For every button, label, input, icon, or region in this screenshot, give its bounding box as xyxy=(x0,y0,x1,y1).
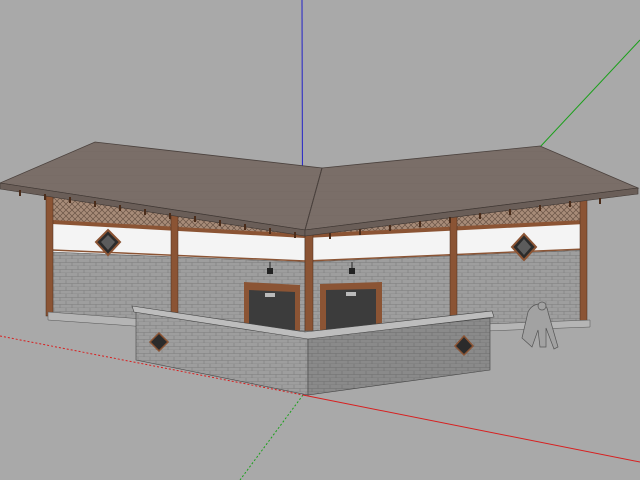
post-1 xyxy=(45,195,54,317)
post-5 xyxy=(579,199,588,325)
post-2 xyxy=(170,209,179,321)
building-model[interactable] xyxy=(0,141,640,396)
model-canvas[interactable] xyxy=(0,0,640,480)
post-3 xyxy=(304,227,314,337)
y-axis xyxy=(539,39,640,148)
3d-viewport[interactable] xyxy=(0,0,640,480)
post-4 xyxy=(449,213,458,323)
y-axis-neg xyxy=(239,394,304,480)
x-axis xyxy=(302,394,640,463)
